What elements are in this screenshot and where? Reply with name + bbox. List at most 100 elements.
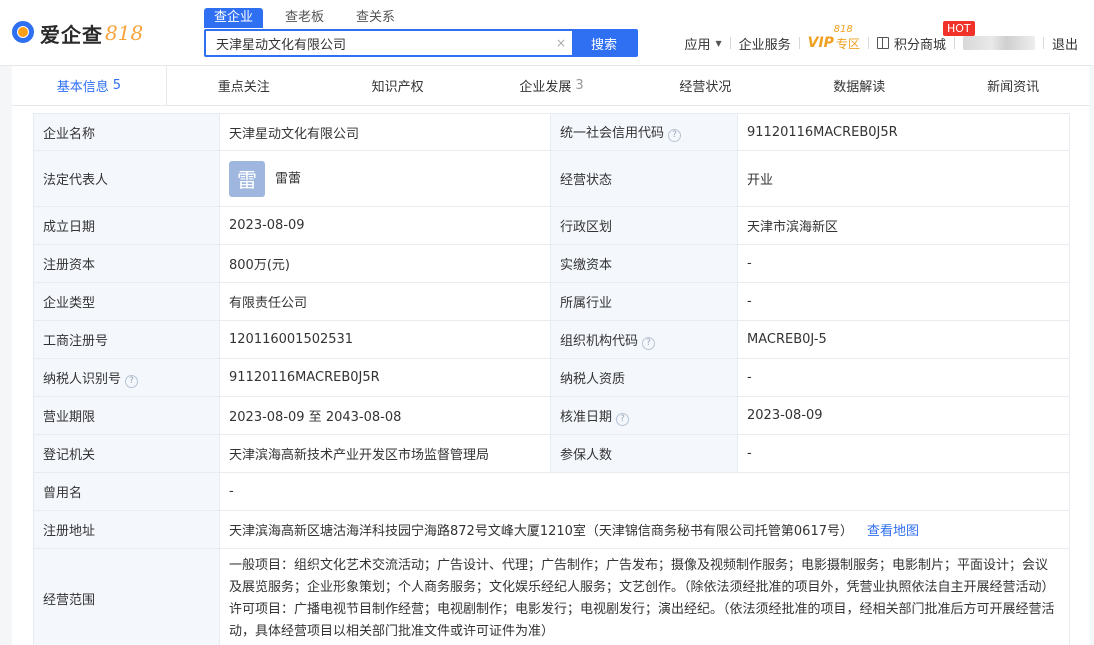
points-label: 积分商城 — [893, 37, 946, 53]
tax-id-label-text: 纳税人识别号 — [43, 371, 122, 387]
tab-count: 5 — [112, 78, 122, 93]
tab-ip[interactable]: 知识产权 — [321, 66, 475, 105]
tab-label: 重点关注 — [217, 80, 270, 95]
tab-label: 基本信息 — [56, 80, 109, 95]
section-tabs: 基本信息 5 重点关注 知识产权 企业发展 3 经营状况 数据解读 新闻资讯 — [12, 66, 1090, 106]
search-tab-company[interactable]: 查企业 — [204, 8, 264, 28]
address-label: 注册地址 — [33, 510, 220, 549]
insured-label: 参保人数 — [550, 434, 738, 473]
search-button[interactable]: 搜索 — [572, 31, 636, 55]
org-code-label: 组织机构代码? — [550, 320, 738, 359]
search-input[interactable] — [206, 31, 550, 55]
tab-development[interactable]: 企业发展 3 — [475, 66, 629, 105]
help-icon[interactable]: ? — [642, 336, 656, 350]
tab-key-focus[interactable]: 重点关注 — [167, 66, 321, 105]
caret-down-icon: ▼ — [715, 38, 722, 48]
table-row: 工商注册号 120116001502531 组织机构代码? MACREB0J-5 — [33, 320, 1070, 359]
clear-icon[interactable]: × — [550, 31, 572, 55]
tab-count: 3 — [575, 78, 584, 93]
table-row: 营业期限 2023-08-09 至 2043-08-08 核准日期? 2023-… — [33, 396, 1070, 435]
status-label: 经营状态 — [550, 150, 738, 207]
tax-qual-value: - — [737, 358, 1070, 397]
term-label: 营业期限 — [33, 396, 220, 435]
table-row: 成立日期 2023-08-09 行政区划 天津市滨海新区 — [33, 206, 1070, 245]
search-tab-boss[interactable]: 查老板 — [275, 8, 334, 28]
legal-rep-value[interactable]: 雷蕾 — [275, 171, 301, 186]
company-type-value: 有限责任公司 — [219, 282, 551, 321]
tab-label: 数据解读 — [833, 80, 886, 95]
table-row: 经营范围 一般项目：组织文化艺术交流活动；广告设计、代理；广告制作；广告发布；摄… — [33, 548, 1070, 645]
vip-label: VIP — [807, 35, 834, 51]
basic-info-panel: 企业名称 天津星动文化有限公司 统一社会信用代码? 91120116MACREB… — [12, 106, 1090, 645]
help-icon[interactable]: ? — [668, 129, 682, 142]
address-value: 天津滨海高新区塘沽海洋科技园宁海路872号文峰大厦1210室（天津锦信商务秘书有… — [229, 524, 853, 539]
nav-apps-label: 应用 — [684, 37, 711, 53]
tax-id-label: 纳税人识别号? — [33, 358, 220, 397]
tax-qual-label: 纳税人资质 — [550, 358, 738, 397]
company-type-label: 企业类型 — [33, 282, 220, 321]
est-date-label: 成立日期 — [33, 206, 220, 245]
credit-code-label-text: 统一社会信用代码 — [560, 126, 665, 141]
table-row: 法定代表人 雷雷蕾 经营状态 开业 — [33, 150, 1070, 207]
help-icon[interactable]: ? — [125, 374, 139, 388]
term-value: 2023-08-09 至 2043-08-08 — [219, 396, 551, 435]
credit-code-value: 91120116MACREB0J5R — [737, 113, 1070, 151]
help-icon[interactable]: ? — [616, 412, 630, 426]
approve-date-label-text: 核准日期 — [560, 409, 613, 425]
industry-label: 所属行业 — [550, 282, 738, 321]
region-label: 行政区划 — [550, 206, 738, 245]
table-row: 纳税人识别号? 91120116MACREB0J5R 纳税人资质 - — [33, 358, 1070, 397]
paid-capital-label: 实缴资本 — [550, 244, 738, 283]
company-name-label: 企业名称 — [33, 113, 220, 151]
scope-label: 经营范围 — [33, 548, 220, 645]
tab-label: 新闻资讯 — [987, 80, 1040, 95]
table-row: 注册资本 800万(元) 实缴资本 - — [33, 244, 1070, 283]
nav-points-mall[interactable]: 积分商城 — [869, 34, 954, 53]
tab-operations[interactable]: 经营状况 — [628, 66, 782, 105]
authority-value: 天津滨海高新技术产业开发区市场监督管理局 — [219, 434, 551, 473]
reg-number-label: 工商注册号 — [33, 320, 220, 359]
org-code-label-text: 组织机构代码 — [560, 333, 639, 349]
view-map-link[interactable]: 查看地图 — [867, 524, 919, 539]
tab-label: 知识产权 — [371, 80, 424, 95]
est-date-value: 2023-08-09 — [219, 206, 551, 245]
credit-code-label: 统一社会信用代码? — [550, 113, 738, 151]
logout-link[interactable]: 退出 — [1044, 34, 1086, 53]
tab-label: 经营状况 — [679, 80, 732, 95]
paid-capital-value: - — [737, 244, 1070, 283]
site-logo[interactable]: 爱企查 818 — [12, 20, 144, 47]
user-account[interactable] — [955, 36, 1043, 50]
company-name-value: 天津星动文化有限公司 — [219, 113, 551, 151]
avatar — [962, 36, 1035, 50]
vip-818-badge: 818 — [833, 23, 853, 35]
gift-icon — [876, 37, 889, 49]
table-row: 注册地址 天津滨海高新区塘沽海洋科技园宁海路872号文峰大厦1210室（天津锦信… — [33, 510, 1070, 549]
former-name-label: 曾用名 — [33, 472, 220, 511]
region-value: 天津市滨海新区 — [737, 206, 1070, 245]
table-row: 登记机关 天津滨海高新技术产业开发区市场监督管理局 参保人数 - — [33, 434, 1070, 473]
logo-818: 818 — [105, 21, 144, 45]
logo-text: 爱企查 — [40, 22, 103, 47]
former-name-value: - — [219, 472, 1070, 511]
avatar[interactable]: 雷 — [229, 160, 265, 197]
tab-label: 企业发展 — [519, 80, 572, 95]
tab-data-insight[interactable]: 数据解读 — [782, 66, 936, 105]
address-cell: 天津滨海高新区塘沽海洋科技园宁海路872号文峰大厦1210室（天津锦信商务秘书有… — [219, 510, 1070, 549]
approve-date-value: 2023-08-09 — [737, 396, 1070, 435]
tab-news[interactable]: 新闻资讯 — [936, 66, 1090, 105]
insured-value: - — [737, 434, 1070, 473]
basic-info-table: 企业名称 天津星动文化有限公司 统一社会信用代码? 91120116MACREB… — [33, 113, 1070, 645]
legal-rep-label: 法定代表人 — [33, 150, 220, 207]
tab-basic-info[interactable]: 基本信息 5 — [12, 66, 167, 105]
status-value: 开业 — [737, 150, 1070, 207]
search-box: × 搜索 — [204, 29, 638, 57]
tax-id-value: 91120116MACREB0J5R — [219, 358, 551, 397]
nav-services[interactable]: 企业服务 — [731, 34, 799, 53]
nav-apps[interactable]: 应用 ▼ — [676, 34, 729, 53]
search-tab-relation[interactable]: 查关系 — [346, 8, 405, 28]
reg-capital-label: 注册资本 — [33, 244, 220, 283]
logo-icon — [12, 21, 36, 45]
nav-vip-zone[interactable]: VIP 专区 818 — [800, 24, 868, 52]
vip-zone-label: 专区 — [835, 36, 860, 51]
approve-date-label: 核准日期? — [550, 396, 738, 435]
